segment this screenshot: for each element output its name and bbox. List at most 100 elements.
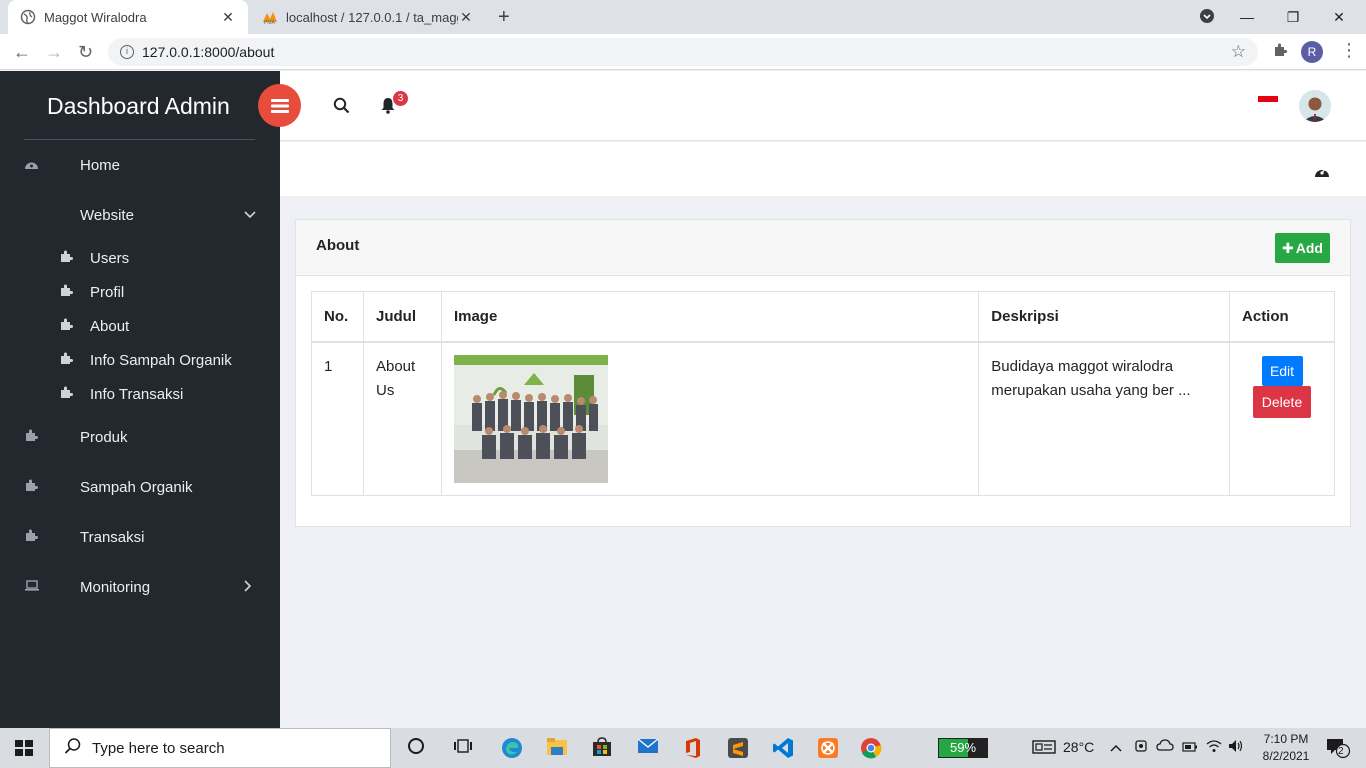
about-table: No. Judul Image Deskripsi Action 1 About… [311, 291, 1335, 496]
profile-avatar[interactable]: R [1301, 41, 1323, 63]
sidebar-subitem-label: Profil [90, 283, 125, 301]
chrome-icon[interactable] [860, 737, 882, 759]
xampp-icon[interactable] [817, 737, 839, 759]
tab-phpmyadmin[interactable]: PMA localhost / 127.0.0.1 / ta_maggot ✕ [250, 0, 486, 34]
sidebar-item-label: Monitoring [80, 578, 151, 596]
close-tab-icon[interactable]: ✕ [458, 9, 474, 26]
url-input[interactable]: i 127.0.0.1:8000/about ☆ [108, 38, 1258, 66]
edge-icon[interactable] [501, 737, 523, 759]
add-button-label: Add [1295, 240, 1323, 256]
chevron-up-icon[interactable] [1110, 739, 1122, 755]
puzzle-icon [59, 250, 73, 266]
sidebar-item-home[interactable]: Home [0, 151, 280, 179]
column-header: No. [311, 291, 364, 343]
laptop-icon [24, 580, 40, 594]
card-title: About [316, 237, 360, 254]
address-bar: ← → ↻ i 127.0.0.1:8000/about ☆ R ⋮ [0, 34, 1366, 70]
cortana-icon[interactable] [405, 737, 427, 759]
extensions-icon[interactable] [1272, 42, 1288, 63]
notification-count: 2 [1338, 746, 1344, 757]
clock-date: 8/2/2021 [1262, 749, 1310, 763]
site-info-icon[interactable]: i [120, 45, 134, 59]
plus-icon: ✚ [1282, 239, 1294, 256]
sidebar-subitem-info-sampah-organik[interactable]: Info Sampah Organik [0, 348, 280, 372]
delete-button[interactable]: Delete [1253, 385, 1311, 418]
tab-maggot-wiralodra[interactable]: Maggot Wiralodra ✕ [8, 0, 248, 34]
sublime-text-icon[interactable] [727, 737, 749, 759]
task-view-icon[interactable] [452, 737, 474, 759]
windows-start-icon[interactable] [15, 740, 33, 756]
browser-menu-icon[interactable]: ⋮ [1340, 40, 1358, 61]
close-window-icon[interactable]: ✕ [1316, 9, 1362, 26]
sidebar-subitem-about[interactable]: About [0, 314, 280, 338]
puzzle-icon [59, 352, 73, 368]
globe-icon [20, 9, 36, 25]
store-icon[interactable] [591, 737, 613, 759]
sidebar-item-monitoring[interactable]: Monitoring [0, 573, 280, 601]
puzzle-icon [24, 529, 40, 545]
temperature-text[interactable]: 28°C [1063, 739, 1094, 755]
sidebar-item-website[interactable]: Website [0, 201, 280, 229]
new-tab-icon[interactable]: + [498, 6, 510, 29]
phpmyadmin-icon: PMA [262, 9, 278, 25]
puzzle-icon [59, 318, 73, 334]
window-controls: — ❐ ✕ [1198, 0, 1362, 34]
system-clock[interactable]: 7:10 PM 8/2/2021 [1256, 731, 1316, 765]
chevron-right-icon [244, 579, 252, 595]
puzzle-icon [24, 479, 40, 495]
forward-icon[interactable]: → [45, 42, 63, 63]
column-header: Action [1229, 291, 1335, 343]
sidebar-subitem-label: About [90, 317, 130, 335]
cell-judul: About Us [362, 341, 442, 496]
breadcrumb-bar [280, 142, 1366, 196]
tab-search-icon[interactable] [1198, 8, 1216, 27]
top-navbar: 3 [280, 71, 1366, 141]
dashboard-icon [24, 158, 40, 173]
office-icon[interactable] [682, 737, 704, 759]
sidebar-subitem-profil[interactable]: Profil [0, 280, 280, 304]
volume-icon[interactable] [1228, 739, 1244, 756]
add-button[interactable]: ✚ Add [1275, 233, 1330, 263]
battery-icon[interactable] [1182, 739, 1198, 755]
camera-icon[interactable] [1134, 739, 1148, 756]
mail-icon[interactable] [637, 737, 659, 759]
restore-icon[interactable]: ❐ [1270, 9, 1316, 26]
table-header-row: No. Judul Image Deskripsi Action [311, 291, 1335, 343]
user-avatar[interactable] [1299, 90, 1331, 122]
dashboard-icon[interactable] [1314, 164, 1330, 181]
taskbar-search-input[interactable]: Type here to search [49, 728, 391, 768]
puzzle-icon [59, 386, 73, 402]
onedrive-icon[interactable] [1156, 739, 1174, 756]
tab-title: Maggot Wiralodra [44, 9, 147, 25]
url-text: 127.0.0.1:8000/about [142, 44, 275, 60]
cell-deskripsi: Budidaya maggot wiralodra merupakan usah… [978, 341, 1231, 496]
battery-percent: 59% [949, 740, 977, 755]
reload-icon[interactable]: ↻ [78, 42, 93, 63]
weather-icon[interactable] [1032, 739, 1056, 758]
sidebar-subitem-label: Users [90, 249, 130, 267]
wifi-icon[interactable] [1206, 739, 1222, 756]
search-icon [64, 737, 82, 760]
puzzle-icon [24, 429, 40, 445]
battery-indicator[interactable]: 59% [938, 738, 988, 758]
sidebar-toggle-button[interactable] [258, 84, 301, 127]
search-icon[interactable] [333, 97, 350, 119]
minimize-icon[interactable]: — [1224, 9, 1270, 25]
file-explorer-icon[interactable] [546, 737, 568, 759]
brand-title: Dashboard Admin [47, 93, 230, 119]
sidebar-subitem-info-transaksi[interactable]: Info Transaksi [0, 382, 280, 406]
sidebar-subitem-users[interactable]: Users [0, 246, 280, 270]
bookmark-star-icon[interactable]: ☆ [1231, 42, 1246, 62]
indonesia-flag-icon[interactable] [1258, 96, 1278, 108]
sidebar-item-produk[interactable]: Produk [0, 423, 280, 451]
sidebar-item-transaksi[interactable]: Transaksi [0, 523, 280, 551]
edit-button[interactable]: Edit [1261, 355, 1303, 386]
back-icon[interactable]: ← [13, 42, 31, 63]
sidebar-subitem-label: Info Sampah Organik [90, 351, 232, 369]
vscode-icon[interactable] [772, 737, 794, 759]
svg-text:PMA: PMA [264, 20, 276, 25]
sidebar-item-sampah-organik[interactable]: Sampah Organik [0, 473, 280, 501]
sidebar-item-label: Website [80, 206, 134, 224]
close-tab-icon[interactable]: ✕ [220, 9, 236, 26]
sidebar-item-label: Home [80, 156, 121, 174]
